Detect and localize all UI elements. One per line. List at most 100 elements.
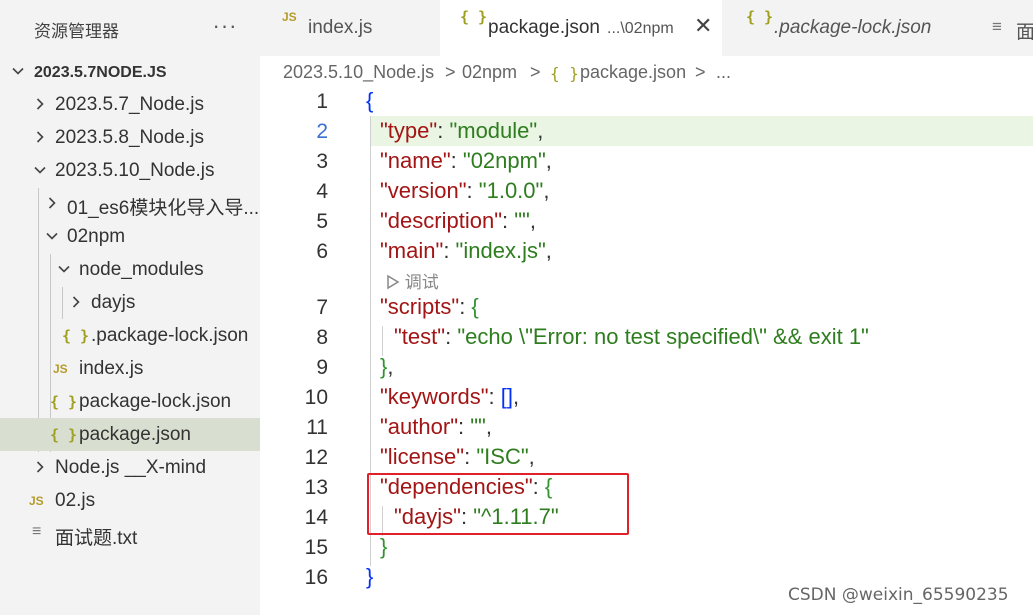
line-number: 6	[316, 240, 328, 263]
json-comma: ,	[545, 238, 552, 263]
workspace-folder-header[interactable]: 2023.5.7NODE.JS	[0, 56, 260, 89]
json-colon: :	[443, 238, 456, 263]
json-key: "name"	[380, 148, 451, 173]
json-colon: :	[466, 178, 479, 203]
line-number: 15	[304, 536, 328, 559]
json-comma: ,	[528, 444, 535, 469]
code-line: "author": "",	[380, 414, 492, 440]
line-number: 10	[304, 386, 328, 409]
json-comma: ,	[543, 178, 550, 203]
editor-tab-bar: JS index.js { } package.json ...\02npm ✕…	[260, 0, 1033, 56]
breadcrumb-symbols[interactable]: ...	[716, 62, 731, 83]
tab-interview-txt[interactable]: ≡ 面	[968, 0, 1033, 56]
code-editor[interactable]: 1 2 3 4 5 6 7 8 9 10 11 12 13 14 15 16 {…	[260, 88, 1033, 615]
breadcrumb-folder[interactable]: 02npm	[462, 62, 517, 83]
json-string: "1.0.0"	[478, 178, 544, 203]
chevron-right-icon	[36, 98, 44, 110]
json-string: ""	[514, 208, 530, 233]
tree-item-folder[interactable]: 01_es6模块化导入导...	[0, 187, 260, 220]
tree-item-file[interactable]: JS index.js	[0, 352, 260, 385]
tab-label: package.json	[488, 17, 600, 38]
tree-item-folder[interactable]: node_modules	[0, 253, 260, 286]
json-colon: :	[488, 384, 501, 409]
code-line: }	[366, 564, 373, 590]
tree-item-folder[interactable]: dayjs	[0, 286, 260, 319]
tab-index-js[interactable]: JS index.js	[260, 0, 438, 56]
json-brace: }	[380, 534, 388, 559]
json-file-icon: { }	[62, 327, 90, 345]
tree-item-file-selected[interactable]: { } package.json	[0, 418, 260, 451]
tree-item-label: 2023.5.8_Node.js	[55, 127, 204, 148]
explorer-sidebar: 资源管理器 ··· 2023.5.7NODE.JS 2023.5.7_Node.…	[0, 0, 260, 615]
tree-item-file[interactable]: { } package-lock.json	[0, 385, 260, 418]
tree-item-file[interactable]: ≡ 面试题.txt	[0, 517, 260, 550]
json-string: "module"	[449, 118, 538, 143]
json-string: "echo \"Error: no test specified\" && ex…	[457, 324, 869, 349]
explorer-header: 资源管理器 ···	[0, 0, 260, 56]
tab-description: ...\02npm	[607, 20, 674, 37]
tree-item-folder[interactable]: Node.js __X-mind	[0, 451, 260, 484]
js-file-icon: JS	[282, 10, 297, 24]
chevron-down-icon	[46, 232, 58, 240]
line-number: 4	[316, 180, 328, 203]
json-comma: ,	[537, 118, 544, 143]
debug-codelens[interactable]: 调试	[386, 268, 439, 293]
json-comma: ,	[485, 414, 492, 439]
tree-item-label: 02npm	[67, 226, 126, 247]
tree-item-folder[interactable]: 2023.5.10_Node.js	[0, 154, 260, 187]
json-colon: :	[450, 148, 463, 173]
code-line: "name": "02npm",	[380, 148, 552, 174]
json-file-icon: { }	[550, 64, 579, 83]
play-icon	[387, 274, 400, 290]
breadcrumb: 2023.5.10_Node.js > 02npm > { } package.…	[260, 56, 1033, 88]
annotation-highlight-box	[367, 473, 629, 535]
json-brace: {	[471, 294, 479, 319]
json-string: "index.js"	[455, 238, 546, 263]
code-line: "type": "module",	[380, 118, 543, 144]
line-number: 14	[304, 506, 328, 529]
tab-label: .package-lock.json	[774, 17, 932, 38]
code-line: "test": "echo \"Error: no test specified…	[394, 324, 869, 350]
breadcrumb-folder[interactable]: 2023.5.10_Node.js	[283, 62, 434, 83]
line-number: 13	[304, 476, 328, 499]
tree-item-file[interactable]: { } .package-lock.json	[0, 319, 260, 352]
json-key: "test"	[394, 324, 446, 349]
tree-item-label: index.js	[79, 358, 144, 379]
json-key: "type"	[380, 118, 438, 143]
json-comma: ,	[513, 384, 520, 409]
more-actions-icon[interactable]: ···	[210, 12, 240, 40]
chevron-down-icon	[12, 67, 24, 75]
json-file-icon: { }	[50, 393, 78, 411]
tree-item-folder[interactable]: 2023.5.7_Node.js	[0, 88, 260, 121]
debug-label: 调试	[404, 273, 439, 292]
json-comma: ,	[545, 148, 552, 173]
json-key: "description"	[380, 208, 503, 233]
tree-item-folder[interactable]: 2023.5.8_Node.js	[0, 121, 260, 154]
json-key: "author"	[380, 414, 458, 439]
json-string: "ISC"	[476, 444, 529, 469]
line-number: 8	[316, 326, 328, 349]
breadcrumb-file[interactable]: package.json	[580, 62, 686, 83]
line-number: 3	[316, 150, 328, 173]
js-file-icon: JS	[29, 494, 44, 508]
watermark: CSDN @weixin_65590235	[788, 585, 1009, 605]
chevron-right-icon	[36, 461, 44, 473]
tree-item-label: 面试题.txt	[55, 528, 138, 549]
tree-item-folder[interactable]: 02npm	[0, 220, 260, 253]
line-number: 12	[304, 446, 328, 469]
tree-item-file[interactable]: JS 02.js	[0, 484, 260, 517]
chevron-right-icon	[72, 296, 80, 308]
tree-item-label: package-lock.json	[79, 391, 232, 412]
tab-package-lock-json[interactable]: { } .package-lock.json	[724, 0, 966, 56]
indent-guide	[382, 326, 383, 356]
code-line: "main": "index.js",	[380, 238, 552, 264]
tab-label: index.js	[308, 17, 373, 38]
tab-package-json[interactable]: { } package.json ...\02npm ✕	[440, 0, 722, 56]
code-line: "description": "",	[380, 208, 536, 234]
json-brace: {	[366, 88, 374, 113]
close-icon[interactable]: ✕	[694, 13, 712, 39]
json-key: "license"	[380, 444, 465, 469]
js-file-icon: JS	[53, 362, 68, 376]
chevron-right-icon	[36, 131, 44, 143]
json-string: ""	[470, 414, 486, 439]
